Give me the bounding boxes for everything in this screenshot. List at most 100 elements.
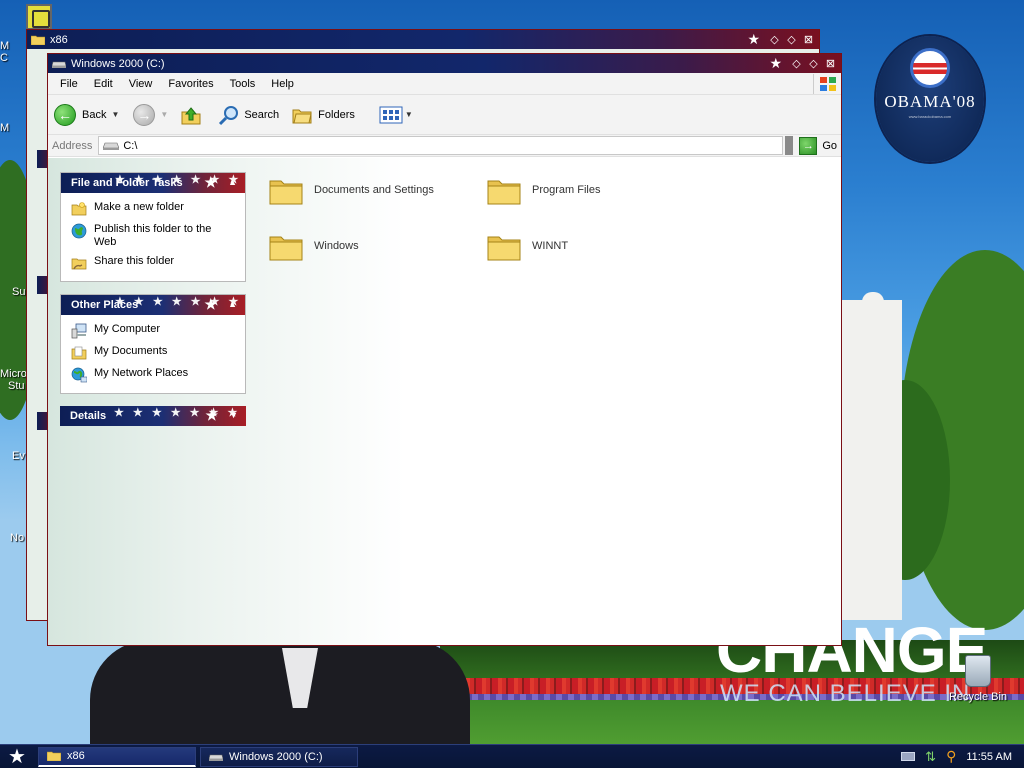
desktop-icon-label[interactable]: Stu bbox=[8, 380, 25, 392]
collapse-chevron-icon[interactable]: ▲ bbox=[228, 299, 237, 309]
folder-icon bbox=[31, 35, 45, 45]
task-pane: ★ ★ ★ ★ ★ ★ ★ File and Folder Tasks ★ ▲ … bbox=[60, 172, 246, 438]
drive-icon bbox=[52, 61, 66, 68]
star-icon: ★ bbox=[204, 296, 217, 312]
chevron-down-icon[interactable]: ▼ bbox=[160, 110, 168, 119]
window-titlebar[interactable]: Windows 2000 (C:) ★ ◇ ◇ ⊠ bbox=[48, 54, 841, 73]
folder-icon bbox=[269, 180, 303, 205]
minimize-button[interactable]: ◇ bbox=[790, 57, 803, 70]
folders-button[interactable]: Folders bbox=[291, 104, 355, 126]
desktop-icon-label[interactable]: M bbox=[0, 40, 9, 52]
desktop-icon-label[interactable]: Ev bbox=[12, 450, 25, 462]
place-my-network-places[interactable]: My Network Places bbox=[71, 367, 235, 383]
folders-label: Folders bbox=[318, 108, 355, 121]
collapse-chevron-icon[interactable]: ▲ bbox=[228, 177, 237, 187]
minimize-button[interactable]: ◇ bbox=[768, 33, 781, 46]
keyboard-icon[interactable] bbox=[901, 752, 916, 761]
taskbar-button-x86[interactable]: x86 bbox=[38, 746, 196, 767]
menu-help[interactable]: Help bbox=[263, 78, 302, 90]
drive-icon bbox=[103, 142, 120, 150]
folder-item[interactable]: Documents and Settings bbox=[268, 172, 478, 208]
search-icon bbox=[219, 105, 239, 125]
address-dropdown-button[interactable] bbox=[785, 136, 794, 155]
folder-item[interactable]: WINNT bbox=[486, 228, 696, 264]
folder-name: Program Files bbox=[532, 184, 601, 196]
panel-header[interactable]: ★ ★ ★ ★ ★ ★ ★ Other Places ★ ▲ bbox=[61, 295, 245, 315]
taskbar-button-label: Windows 2000 (C:) bbox=[229, 750, 323, 763]
folder-icon bbox=[47, 751, 61, 761]
recycle-bin-icon bbox=[965, 655, 991, 687]
expand-chevron-icon[interactable]: ▼ bbox=[229, 410, 238, 420]
desktop-icon-label[interactable]: C bbox=[0, 52, 8, 64]
folder-item[interactable]: Windows bbox=[268, 228, 478, 264]
clock[interactable]: 11:55 AM bbox=[966, 751, 1012, 763]
address-input[interactable] bbox=[123, 139, 724, 152]
menu-edit[interactable]: Edit bbox=[86, 78, 121, 90]
task-share-folder[interactable]: Share this folder bbox=[71, 255, 235, 271]
desktop-icon-label[interactable]: Micro bbox=[0, 368, 27, 380]
desktop-icon-label[interactable]: M bbox=[0, 122, 9, 134]
search-tray-icon[interactable]: ⚲ bbox=[946, 748, 956, 765]
address-field[interactable] bbox=[98, 136, 784, 155]
place-my-computer[interactable]: My Computer bbox=[71, 323, 235, 339]
desktop-icon-label[interactable]: No bbox=[10, 532, 24, 544]
go-button[interactable]: → Go bbox=[799, 136, 837, 155]
close-button[interactable]: ⊠ bbox=[802, 33, 815, 46]
task-label: Share this folder bbox=[94, 255, 175, 267]
campaign-logo-icon bbox=[910, 48, 950, 88]
search-button[interactable]: Search bbox=[218, 104, 279, 126]
up-folder-button[interactable] bbox=[180, 104, 202, 126]
window-title: Windows 2000 (C:) bbox=[71, 57, 165, 70]
desktop-shortcut-icon[interactable] bbox=[26, 4, 52, 30]
folder-item[interactable]: Program Files bbox=[486, 172, 696, 208]
network-tray-icon[interactable]: ⇅ bbox=[925, 749, 936, 765]
folder-view: ★ ★ ★ ★ ★ ★ ★ File and Folder Tasks ★ ▲ … bbox=[48, 158, 841, 645]
slogan-sub: WE CAN BELIEVE IN bbox=[720, 680, 971, 707]
star-icon: ★ bbox=[204, 174, 217, 190]
recycle-bin-shortcut[interactable]: Recycle Bin bbox=[940, 655, 1016, 703]
start-button[interactable]: ★ bbox=[0, 745, 34, 768]
back-arrow-icon: ← bbox=[54, 103, 76, 126]
menu-tools[interactable]: Tools bbox=[222, 78, 264, 90]
task-publish-to-web[interactable]: Publish this folder to the Web bbox=[71, 223, 235, 249]
place-my-documents[interactable]: My Documents bbox=[71, 345, 235, 361]
maximize-button[interactable]: ◇ bbox=[785, 33, 798, 46]
window-titlebar[interactable]: x86 ★ ◇ ◇ ⊠ bbox=[27, 30, 819, 49]
search-label: Search bbox=[244, 108, 280, 121]
back-button[interactable]: ← Back ▼ bbox=[54, 103, 119, 126]
desktop-icon-label[interactable]: Su bbox=[12, 286, 25, 298]
folder-name: Documents and Settings bbox=[314, 184, 434, 196]
chevron-down-icon[interactable]: ▼ bbox=[405, 110, 413, 119]
close-button[interactable]: ⊠ bbox=[824, 57, 837, 70]
star-icon: ★ bbox=[205, 407, 218, 423]
drive-icon bbox=[209, 754, 223, 761]
badge-url: www.barackobama.com bbox=[908, 114, 952, 119]
panel-header[interactable]: ★ ★ ★ ★ ★ ★ ★ File and Folder Tasks ★ ▲ bbox=[61, 173, 245, 193]
menu-view[interactable]: View bbox=[121, 78, 161, 90]
go-label: Go bbox=[822, 139, 837, 152]
chevron-down-icon[interactable]: ▼ bbox=[111, 110, 119, 119]
panel-file-and-folder-tasks: ★ ★ ★ ★ ★ ★ ★ File and Folder Tasks ★ ▲ … bbox=[60, 172, 246, 282]
up-folder-icon bbox=[181, 106, 201, 124]
folder-icon bbox=[487, 180, 521, 205]
task-make-new-folder[interactable]: Make a new folder bbox=[71, 201, 235, 217]
taskbar: ★ x86 Windows 2000 (C:) ⇅ ⚲ 11:55 AM bbox=[0, 744, 1024, 768]
panel-title: File and Folder Tasks bbox=[71, 177, 183, 189]
menu-favorites[interactable]: Favorites bbox=[160, 78, 221, 90]
forward-button[interactable]: → ▼ bbox=[133, 103, 168, 126]
address-label: Address bbox=[52, 139, 93, 152]
maximize-button[interactable]: ◇ bbox=[807, 57, 820, 70]
back-label: Back bbox=[82, 108, 107, 121]
menu-file[interactable]: File bbox=[52, 78, 86, 90]
task-label: Publish this folder to the Web bbox=[94, 223, 212, 248]
views-icon bbox=[379, 106, 403, 123]
panel-header[interactable]: ★ ★ ★ ★ ★ ★ ★ Details ★ ▼ bbox=[60, 406, 246, 426]
views-button[interactable]: ▼ bbox=[379, 106, 413, 124]
explorer-window-c-drive[interactable]: Windows 2000 (C:) ★ ◇ ◇ ⊠ File Edit View… bbox=[47, 53, 842, 646]
window-title: x86 bbox=[50, 33, 68, 46]
folder-icon bbox=[487, 236, 521, 261]
badge-name: OBAMA'08 bbox=[884, 92, 976, 111]
place-label: My Network Places bbox=[94, 367, 189, 379]
taskbar-button-c-drive[interactable]: Windows 2000 (C:) bbox=[200, 746, 358, 767]
campaign-badge: OBAMA'08 www.barackobama.com bbox=[876, 36, 984, 162]
